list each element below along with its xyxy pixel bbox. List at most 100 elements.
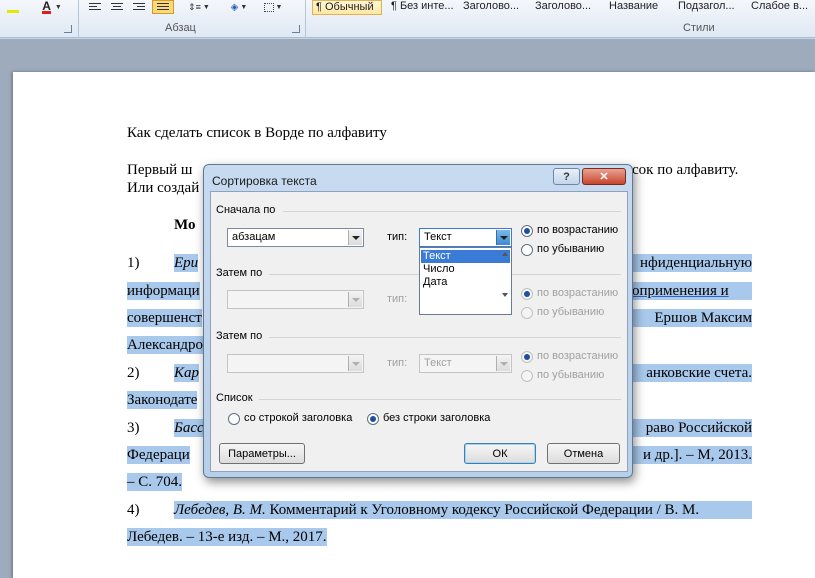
first-by-type-select[interactable]: Текст [419, 228, 512, 247]
type-option-date[interactable]: Дата [421, 276, 510, 289]
list-item-text: информаци [127, 282, 200, 300]
list-item-author: Лебедев, В. М. [174, 502, 266, 518]
then-by-2-asc-label[interactable]: по возрастанию [537, 350, 618, 362]
paragraph-dialog-launcher-icon[interactable] [292, 25, 300, 33]
first-by-desc-radio[interactable] [521, 244, 533, 256]
list-item-text: Басс [174, 419, 204, 437]
font-dialog-launcher-icon[interactable] [64, 25, 72, 33]
line-spacing-icon[interactable]: ⇕≡ ▼ [186, 0, 212, 14]
ok-button[interactable]: ОК [464, 443, 536, 464]
list-item-text: – С. 704. [127, 473, 183, 491]
then-by-2-asc-radio[interactable] [521, 351, 533, 363]
doc-para1-right: сок по алфавиту. [632, 162, 739, 178]
align-center-icon[interactable] [108, 0, 126, 14]
type-dropdown-list: Текст Число Дата [419, 247, 512, 315]
first-by-desc-label[interactable]: по убыванию [537, 243, 604, 255]
list-item-text: Законодате [127, 391, 198, 409]
first-by-asc-radio[interactable] [521, 225, 533, 237]
help-button[interactable]: ? [553, 168, 580, 185]
chevron-down-icon [348, 356, 362, 371]
then-by-1-asc-label[interactable]: по возрастанию [537, 287, 618, 299]
cancel-button[interactable]: Отмена [547, 443, 620, 464]
justify-icon[interactable] [152, 0, 174, 14]
first-by-field-select[interactable]: абзацам [227, 228, 364, 247]
with-header-label[interactable]: со строкой заголовка [244, 412, 352, 424]
group-divider [259, 399, 621, 400]
ribbon-separator [78, 0, 79, 38]
list-item-text: Ери [174, 254, 199, 272]
doc-para1-left: Первый ш [127, 162, 193, 178]
sort-text-dialog: Сортировка текста ? ✕ Сначала по абзацам… [203, 164, 633, 478]
list-item-text: Лебедев, В. М. Комментарий к Уголовному … [174, 501, 752, 519]
list-item-text: Ершов Максим [632, 309, 752, 327]
style-heading-2[interactable]: Заголово... [532, 0, 602, 15]
shading-icon[interactable]: ◈ ▼ [226, 0, 252, 14]
parameters-button[interactable]: Параметры... [219, 443, 305, 464]
doc-title-line: Как сделать список в Ворде по алфавиту [127, 124, 387, 142]
list-item-text: оприменения и [632, 282, 752, 300]
then-by-2-desc-label[interactable]: по убыванию [537, 369, 604, 381]
list-item-text: Лебедев. – 13-е изд. – М., 2017. [127, 528, 327, 546]
highlight-color-icon[interactable] [2, 0, 24, 14]
without-header-label[interactable]: без строки заголовка [383, 412, 490, 424]
list-item-text: нфиденциальную [632, 254, 752, 272]
close-button[interactable]: ✕ [582, 168, 626, 185]
first-by-field-value: абзацам [232, 231, 276, 243]
first-by-label: Сначала по [216, 204, 276, 216]
dialog-body: Сначала по абзацам тип: Текст по возраст… [210, 191, 628, 472]
list-item-rest: Комментарий к Уголовному кодексу Российс… [269, 502, 700, 518]
then-by-2-type-value: Текст [424, 357, 452, 369]
type-label: тип: [387, 293, 408, 305]
scroll-up-icon[interactable] [502, 252, 508, 256]
list-number: 4) [127, 502, 140, 518]
paragraph-group-label: Абзац [165, 22, 196, 34]
type-option-text[interactable]: Текст [421, 250, 510, 263]
font-color-icon[interactable]: A ▼ [38, 0, 66, 14]
list-number: 1) [127, 255, 140, 271]
list-number: 2) [127, 365, 140, 381]
doc-para1-line2: Или создай [127, 180, 200, 196]
chevron-down-icon[interactable] [496, 230, 510, 245]
style-title[interactable]: Название [606, 0, 672, 15]
list-item-text: Александро [127, 336, 204, 354]
styles-group-label: Стили [683, 22, 715, 34]
then-by-1-desc-radio[interactable] [521, 307, 533, 319]
first-by-asc-label[interactable]: по возрастанию [537, 224, 618, 236]
list-label: Список [216, 392, 253, 404]
style-subtle-emphasis[interactable]: Слабое в... [748, 0, 815, 15]
chevron-down-icon [348, 292, 362, 307]
chevron-down-icon [496, 356, 510, 371]
group-divider [283, 211, 621, 212]
type-label: тип: [387, 231, 408, 243]
borders-icon[interactable]: ▼ [260, 0, 286, 14]
list-item-text: анковские счета. [632, 364, 752, 382]
then-by-2-desc-radio[interactable] [521, 370, 533, 382]
then-by-1-field-select[interactable] [227, 290, 364, 309]
style-no-spacing[interactable]: ¶ Без инте... [388, 0, 458, 15]
chevron-down-icon[interactable] [348, 230, 362, 245]
then-by-1-asc-radio[interactable] [521, 288, 533, 300]
list-item-text: Федераци [127, 446, 190, 464]
align-left-icon[interactable] [86, 0, 104, 14]
style-subtitle[interactable]: Подзагол... [675, 0, 745, 15]
with-header-radio[interactable] [228, 413, 240, 425]
then-by-2-field-select[interactable] [227, 354, 364, 373]
style-heading-1[interactable]: Заголово... [460, 0, 530, 15]
align-right-icon[interactable] [130, 0, 148, 14]
list-item-text: совершенст [127, 309, 202, 327]
list-item-text: раво Российской [632, 419, 752, 437]
without-header-radio[interactable] [367, 413, 379, 425]
doc-title-text: Как сделать список в Ворде по алфавиту [127, 125, 387, 141]
dialog-title: Сортировка текста [212, 174, 317, 188]
type-option-number[interactable]: Число [421, 263, 510, 276]
group-divider [269, 337, 621, 338]
scroll-down-icon[interactable] [502, 293, 508, 297]
then-by-2-label: Затем по [216, 330, 263, 342]
list-number: 3) [127, 420, 140, 436]
style-normal[interactable]: ¶ Обычный [312, 0, 382, 15]
list-item-text-span: оприменения и [632, 283, 729, 299]
list-item-text: и др.]. – М, 2013. [632, 446, 752, 464]
then-by-1-desc-label[interactable]: по убыванию [537, 306, 604, 318]
first-by-type-value: Текст [424, 231, 452, 243]
then-by-2-type-select[interactable]: Текст [419, 354, 512, 373]
